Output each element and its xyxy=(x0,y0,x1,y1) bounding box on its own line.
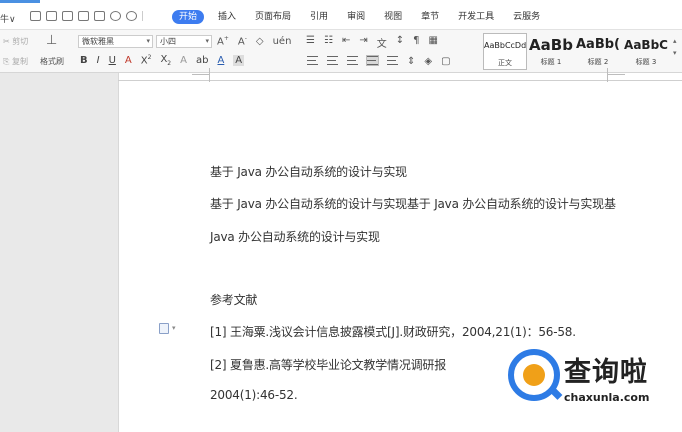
strikethrough-icon[interactable]: A xyxy=(125,55,132,66)
quick-access-toolbar xyxy=(30,11,143,21)
list-tools: ☰ ☷ ⇤ ⇥ 文 ↕ ¶ ▦ xyxy=(306,35,438,50)
paintbrush-icon[interactable]: ⊥ xyxy=(46,33,57,48)
reference-entry[interactable]: [2] 夏鲁惠.高等学校毕业论文教学情况调研报 xyxy=(210,356,446,373)
align-left-icon[interactable] xyxy=(307,56,318,65)
active-doc-tab-strip xyxy=(0,0,40,3)
tab-review[interactable]: 审阅 xyxy=(347,10,365,24)
crop-mark xyxy=(192,74,210,82)
tab-developer[interactable]: 开发工具 xyxy=(458,10,494,24)
style-label: 标题 1 xyxy=(540,58,562,66)
left-gutter xyxy=(0,73,118,432)
align-center-icon[interactable] xyxy=(327,56,338,65)
tab-view[interactable]: 视图 xyxy=(384,10,402,24)
export-pdf-icon[interactable] xyxy=(62,11,73,21)
style-label: 标题 3 xyxy=(635,58,657,66)
menu-bar: 牛∨ 开始 插入 页面布局 引用 审阅 视图 章节 开发工具 云服务 xyxy=(0,0,682,30)
align-right-icon[interactable] xyxy=(347,56,358,65)
font-name-select[interactable]: 微软雅黑 ▾ xyxy=(78,35,153,48)
format-painter-button[interactable]: 格式刷 xyxy=(40,56,64,67)
reference-entry[interactable]: [1] 王海粟.浅议会计信息披露模式[J].财政研究，2004,21(1)：56… xyxy=(210,323,576,340)
alignment-tools: ⇕ ◈ ▢ xyxy=(307,55,451,67)
tab-insert[interactable]: 插入 xyxy=(218,10,236,24)
highlight-icon[interactable]: ab xyxy=(196,55,208,66)
ribbon-tabs: 开始 插入 页面布局 引用 审阅 视图 章节 开发工具 云服务 xyxy=(172,10,559,24)
redo-icon[interactable] xyxy=(126,11,137,21)
clear-format-icon[interactable]: ◇ xyxy=(256,36,264,47)
bold-icon[interactable]: B xyxy=(80,55,88,66)
style-gallery: AaBbCcDd 正文 AaBb 标题 1 AaBb( 标题 2 AaBbC 标… xyxy=(483,33,673,70)
underline-icon[interactable]: U xyxy=(109,55,116,66)
style-preview: AaBb xyxy=(529,36,573,54)
reference-entry-continued[interactable]: 2004(1):46-52. xyxy=(210,388,298,402)
style-normal[interactable]: AaBbCcDd 正文 xyxy=(483,33,527,70)
magnifier-logo-icon xyxy=(508,349,560,401)
tab-section[interactable]: 章节 xyxy=(421,10,439,24)
open-folder-icon[interactable] xyxy=(30,11,41,21)
font-name-value: 微软雅黑 xyxy=(82,37,114,46)
chevron-down-icon[interactable]: ▾ xyxy=(172,324,176,332)
save-icon[interactable] xyxy=(46,11,57,21)
numbered-list-icon[interactable]: ☷ xyxy=(324,35,333,50)
font-size-value: 小四 xyxy=(160,37,176,46)
character-shading-icon[interactable]: A xyxy=(233,55,245,66)
font-color-icon[interactable]: A xyxy=(217,55,224,66)
style-heading-2[interactable]: AaBb( 标题 2 xyxy=(575,33,621,70)
cut-label: 剪切 xyxy=(12,37,29,46)
shading-icon[interactable]: ◈ xyxy=(424,56,432,67)
copy-button[interactable]: ⎘ 复制 xyxy=(3,56,28,67)
chevron-down-icon: ▾ xyxy=(146,37,150,45)
style-gallery-scroll[interactable]: ▴ ▾ xyxy=(673,35,677,59)
shrink-font-icon[interactable]: A- xyxy=(238,35,247,47)
document-paragraph[interactable]: 基于 Java 办公自动系统的设计与实现基于 Java 办公自动系统的设计与实现… xyxy=(210,195,616,212)
italic-icon[interactable]: I xyxy=(97,55,100,66)
show-marks-icon[interactable]: ¶ xyxy=(413,35,419,50)
chaxunla-watermark-logo: 查询啦 chaxunla.com xyxy=(508,348,678,418)
document-paragraph[interactable]: 基于 Java 办公自动系统的设计与实现 xyxy=(210,163,407,180)
decrease-indent-icon[interactable]: ⇤ xyxy=(342,35,350,50)
text-effect-icon[interactable]: A xyxy=(180,55,187,66)
style-preview: AaBbC xyxy=(624,38,668,52)
chevron-down-icon: ▾ xyxy=(205,37,209,45)
border-icon[interactable]: ▢ xyxy=(441,56,450,67)
tab-references[interactable]: 引用 xyxy=(310,10,328,24)
toolbar-separator xyxy=(142,11,143,21)
home-ribbon: ✂ 剪切 ⎘ 复制 ⊥ 格式刷 微软雅黑 ▾ 小四 ▾ A+ A- ◇ uén … xyxy=(0,30,682,73)
print-icon[interactable] xyxy=(94,11,105,21)
style-heading-3[interactable]: AaBbC 标题 3 xyxy=(623,33,669,70)
watermark-brand-name: 查询啦 xyxy=(564,357,648,388)
copy-label: 复制 xyxy=(11,57,28,66)
font-format-row: B I U A X2 X2 A ab A A xyxy=(80,54,245,67)
font-size-select[interactable]: 小四 ▾ xyxy=(156,35,212,48)
document-paragraph[interactable]: Java 办公自动系统的设计与实现 xyxy=(210,228,380,245)
style-preview: AaBb( xyxy=(576,37,620,52)
tab-home[interactable]: 开始 xyxy=(172,10,205,24)
style-label: 标题 2 xyxy=(587,58,609,66)
watermark-url: chaxunla.com xyxy=(564,391,650,404)
style-preview: AaBbCcDd xyxy=(484,41,527,50)
file-menu-button[interactable]: 牛∨ xyxy=(0,12,16,25)
superscript-icon[interactable]: X2 xyxy=(141,54,152,66)
grow-font-icon[interactable]: A+ xyxy=(217,35,229,47)
justify-icon[interactable] xyxy=(366,55,379,66)
style-label: 正文 xyxy=(498,59,512,67)
font-size-tools: A+ A- ◇ uén xyxy=(217,35,291,47)
increase-indent-icon[interactable]: ⇥ xyxy=(359,35,367,50)
bullet-list-icon[interactable]: ☰ xyxy=(306,35,315,50)
line-spacing-icon[interactable]: ⇕ xyxy=(407,56,415,67)
chinese-layout-icon[interactable]: 文 xyxy=(377,35,387,50)
style-heading-1[interactable]: AaBb 标题 1 xyxy=(529,33,573,70)
crop-mark xyxy=(607,74,625,82)
undo-icon[interactable] xyxy=(110,11,121,21)
subscript-icon[interactable]: X2 xyxy=(160,54,171,67)
paragraph-layout-icon[interactable] xyxy=(159,323,169,334)
cut-button[interactable]: ✂ 剪切 xyxy=(3,36,28,47)
print-preview-icon[interactable] xyxy=(78,11,89,21)
sort-icon[interactable]: ↕ xyxy=(396,35,404,50)
table-borders-icon[interactable]: ▦ xyxy=(428,35,437,50)
references-heading[interactable]: 参考文献 xyxy=(210,291,257,308)
tab-cloud-service[interactable]: 云服务 xyxy=(513,10,540,24)
phonetic-guide-icon[interactable]: uén xyxy=(273,36,292,47)
tab-page-layout[interactable]: 页面布局 xyxy=(255,10,291,24)
distributed-icon[interactable] xyxy=(387,56,398,65)
